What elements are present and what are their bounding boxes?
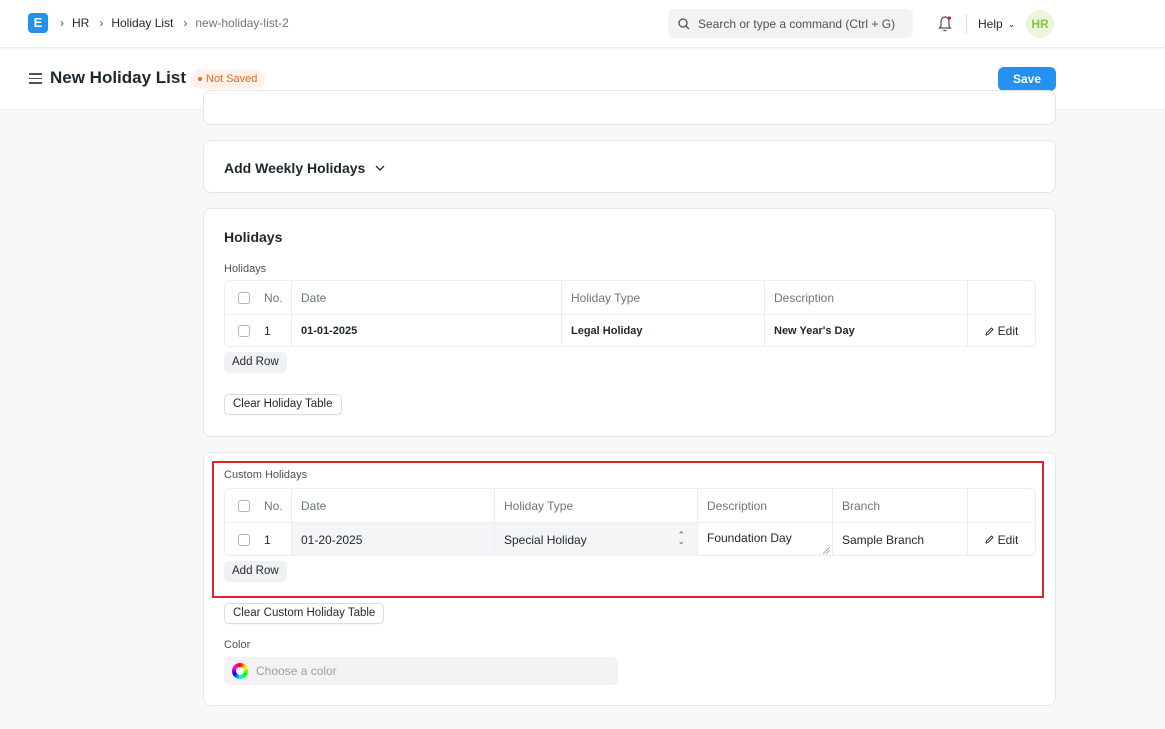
search-placeholder: Search or type a command (Ctrl + G) bbox=[698, 16, 896, 31]
header-actions bbox=[968, 281, 1035, 314]
holidays-table: No. Date Holiday Type Description 1 01-0… bbox=[224, 280, 1036, 347]
header-no-cell: No. bbox=[225, 281, 292, 314]
header-date: Date bbox=[292, 281, 562, 314]
app-logo[interactable]: E bbox=[28, 13, 48, 33]
weekly-holidays-section[interactable]: Add Weekly Holidays bbox=[203, 140, 1056, 193]
holidays-section: Holidays Holidays No. Date Holiday Type … bbox=[203, 208, 1056, 437]
header-holiday-type: Holiday Type bbox=[562, 281, 765, 314]
chevron-right-icon: › bbox=[99, 16, 104, 30]
weekly-holidays-toggle[interactable]: Add Weekly Holidays bbox=[224, 160, 385, 176]
chevron-right-icon: › bbox=[60, 16, 64, 30]
edit-row-button[interactable]: Edit bbox=[968, 315, 1035, 347]
header-description: Description bbox=[765, 281, 968, 314]
add-row-button[interactable]: Add Row bbox=[224, 352, 287, 373]
status-text: Not Saved bbox=[206, 73, 258, 85]
breadcrumb: › HR › Holiday List › new-holiday-list-2 bbox=[60, 16, 299, 30]
color-placeholder: Choose a color bbox=[256, 664, 337, 678]
cell-date[interactable]: 01-01-2025 bbox=[292, 315, 562, 347]
save-button[interactable]: Save bbox=[998, 67, 1056, 91]
navbar: E › HR › Holiday List › new-holiday-list… bbox=[0, 0, 1165, 48]
pencil-icon bbox=[985, 326, 994, 336]
navbar-divider bbox=[966, 14, 967, 34]
cell-description[interactable]: New Year's Day bbox=[765, 315, 968, 347]
status-badge: Not Saved bbox=[190, 69, 266, 89]
row-checkbox[interactable] bbox=[238, 325, 250, 337]
help-dropdown[interactable]: Help ⌄ bbox=[978, 17, 1015, 31]
color-wheel-icon bbox=[232, 663, 248, 679]
highlight-box bbox=[212, 461, 1044, 598]
table-row[interactable]: 1 01-01-2025 Legal Holiday New Year's Da… bbox=[225, 314, 1035, 347]
avatar[interactable]: HR bbox=[1026, 10, 1054, 38]
cell-holiday-type[interactable]: Legal Holiday bbox=[562, 315, 765, 347]
chevron-down-icon: ⌄ bbox=[1007, 18, 1016, 29]
search-icon bbox=[678, 17, 690, 29]
sidebar-toggle-icon[interactable] bbox=[29, 73, 42, 84]
holidays-section-title: Holidays bbox=[224, 229, 283, 245]
notification-bell-icon[interactable] bbox=[937, 15, 953, 33]
search-bar[interactable]: Search or type a command (Ctrl + G) bbox=[668, 9, 913, 38]
color-label: Color bbox=[224, 639, 251, 651]
help-label: Help bbox=[978, 17, 1003, 31]
chevron-down-icon bbox=[375, 165, 385, 171]
color-picker-input[interactable]: Choose a color bbox=[224, 657, 618, 685]
breadcrumb-current[interactable]: new-holiday-list-2 bbox=[195, 16, 288, 30]
holidays-table-label: Holidays bbox=[224, 263, 267, 275]
table-header-row: No. Date Holiday Type Description bbox=[225, 281, 1035, 314]
clear-holiday-table-button[interactable]: Clear Holiday Table bbox=[224, 394, 342, 415]
breadcrumb-holiday-list[interactable]: Holiday List bbox=[111, 16, 173, 30]
weekly-holidays-title: Add Weekly Holidays bbox=[224, 160, 366, 176]
page-title: New Holiday List bbox=[50, 68, 187, 87]
breadcrumb-hr[interactable]: HR bbox=[72, 16, 89, 30]
chevron-right-icon: › bbox=[183, 16, 188, 30]
row-no-cell: 1 bbox=[225, 315, 292, 347]
previous-section-card bbox=[203, 90, 1056, 125]
select-all-checkbox[interactable] bbox=[238, 291, 250, 304]
clear-custom-holiday-table-button[interactable]: Clear Custom Holiday Table bbox=[224, 603, 385, 624]
